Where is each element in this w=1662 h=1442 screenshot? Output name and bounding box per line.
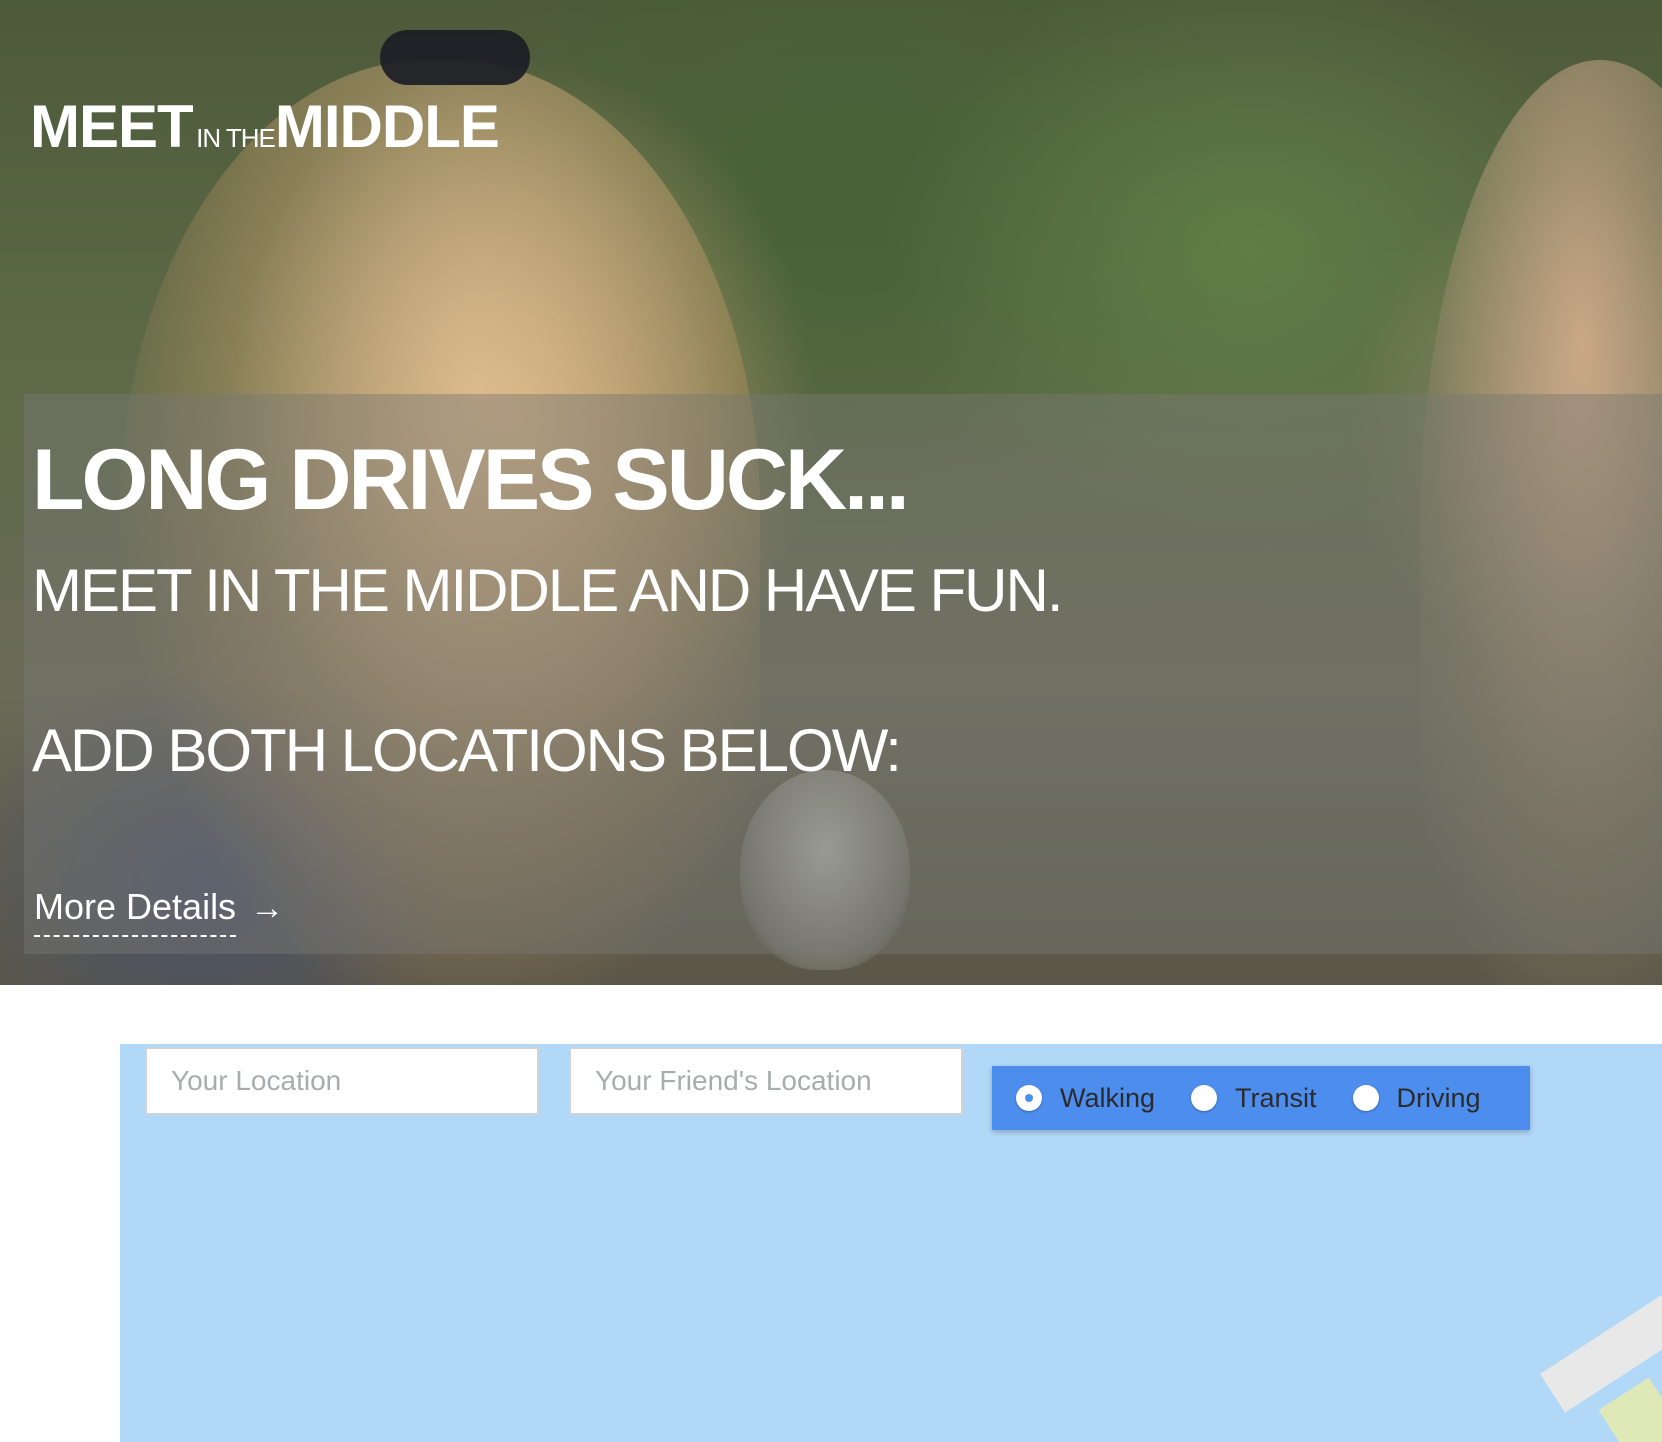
hero-prompt: ADD BOTH LOCATIONS BELOW: <box>32 717 902 784</box>
friend-location-input[interactable] <box>569 1047 963 1115</box>
logo-meet: MEET <box>30 93 194 160</box>
travel-mode-walking[interactable]: Walking <box>1016 1083 1155 1114</box>
arrow-right-icon: → <box>250 889 285 927</box>
travel-mode-transit[interactable]: Transit <box>1191 1083 1317 1114</box>
hero-banner: MEET IN THEMIDDLE LONG DRIVES SUCK... ME… <box>0 0 1662 985</box>
logo-in-the: IN THE <box>196 123 276 153</box>
map-land-patch <box>1598 1377 1662 1442</box>
hero-headline: LONG DRIVES SUCK... <box>32 432 910 528</box>
walking-label: Walking <box>1060 1082 1156 1113</box>
hero-subheadline: MEET IN THE MIDDLE AND HAVE FUN. <box>32 557 1064 624</box>
travel-mode-selector: Walking Transit Driving <box>992 1066 1530 1130</box>
driving-radio[interactable] <box>1352 1085 1379 1111</box>
more-details-label: More Details <box>34 886 237 937</box>
transit-radio[interactable] <box>1191 1085 1218 1111</box>
more-details-link[interactable]: More Details → <box>34 886 285 937</box>
transit-label: Transit <box>1235 1082 1317 1113</box>
hero-photo-sunglasses <box>380 30 530 85</box>
site-logo[interactable]: MEET IN THEMIDDLE <box>30 92 500 161</box>
driving-label: Driving <box>1396 1082 1481 1113</box>
logo-middle: MIDDLE <box>274 93 500 160</box>
walking-radio[interactable] <box>1016 1085 1042 1111</box>
your-location-input[interactable] <box>145 1047 539 1115</box>
travel-mode-driving[interactable]: Driving <box>1352 1082 1481 1114</box>
